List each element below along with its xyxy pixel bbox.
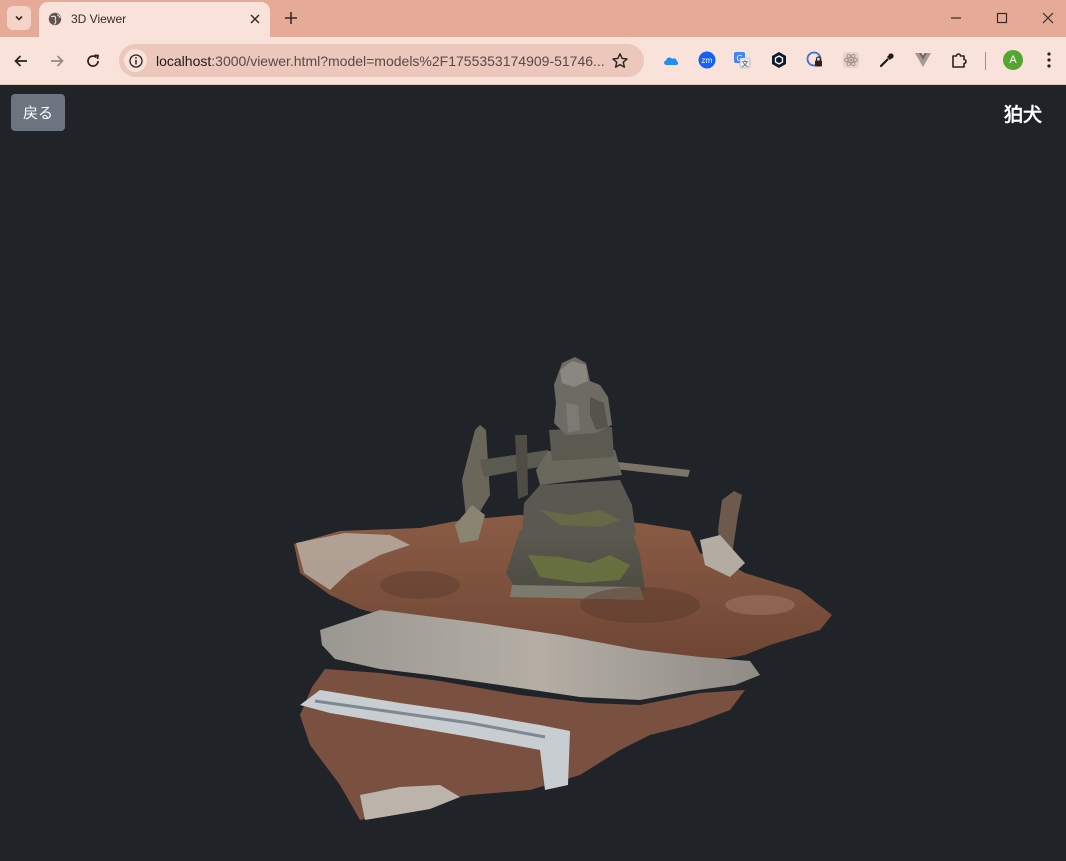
vue-devtools-extension-icon[interactable] [914,51,932,69]
new-tab-button[interactable] [282,9,300,27]
bookmark-star-icon[interactable] [611,52,629,70]
eyedropper-extension-icon[interactable] [878,51,896,69]
hexagon-icon [772,52,786,68]
svg-text:文: 文 [742,59,749,68]
viewer-canvas[interactable]: 戻る 狛犬 [0,85,1066,861]
maximize-icon [996,12,1008,24]
close-icon [250,14,260,24]
reload-icon [87,54,99,67]
vue-icon [915,53,931,67]
forward-navigation-button[interactable] [45,49,69,73]
hex-extension-icon[interactable] [770,51,788,69]
tab-strip: 3D Viewer [0,0,1066,37]
tab-search-button[interactable] [7,6,31,30]
atom-icon [843,52,859,68]
address-bar[interactable]: localhost:3000/viewer.html?model=models%… [119,44,644,77]
puzzle-icon [952,53,967,68]
browser-toolbar: localhost:3000/viewer.html?model=models%… [0,37,1066,85]
cloud-icon [664,57,679,65]
reload-button[interactable] [81,49,105,73]
tab-close-button[interactable] [247,11,263,27]
url-path: :3000/viewer.html?model=models%2F1755353… [211,53,605,69]
window-close-button[interactable] [1039,9,1057,27]
profile-avatar[interactable]: A [1003,50,1023,70]
plus-icon [285,12,297,24]
komainu-3d-model[interactable] [0,85,1066,861]
url-text[interactable]: localhost:3000/viewer.html?model=models%… [156,53,605,69]
minimize-icon [951,17,961,19]
zoom-icon: zm [698,51,716,69]
tab-title: 3D Viewer [71,12,127,26]
cloud-extension-icon[interactable] [662,51,680,69]
close-icon [1042,12,1054,24]
minimize-button[interactable] [947,9,965,27]
model-title: 狛犬 [1003,104,1042,126]
url-host: localhost [156,53,212,69]
svg-text:zm: zm [701,56,712,65]
toolbar-divider [985,52,986,70]
chevron-down-icon [15,15,23,21]
browser-menu-button[interactable] [1040,51,1058,69]
info-icon [128,53,143,68]
extensions-menu-button[interactable] [950,51,968,69]
translate-icon: G文 [734,52,751,69]
back-navigation-button[interactable] [9,49,33,73]
translate-extension-icon[interactable]: G文 [733,51,751,69]
back-button[interactable]: 戻る [11,94,65,131]
active-tab[interactable]: 3D Viewer [39,2,270,37]
lock-badge-icon [806,51,822,67]
zoom-extension-icon[interactable]: zm [698,51,716,69]
globe-icon [48,12,62,26]
site-info-button[interactable] [124,49,147,72]
password-extension-icon[interactable] [806,51,824,69]
more-vertical-icon [1047,52,1051,68]
react-devtools-extension-icon[interactable] [842,51,860,69]
arrow-left-icon [14,55,27,67]
arrow-right-icon [51,55,64,67]
eyedropper-icon [879,53,894,68]
maximize-button[interactable] [993,9,1011,27]
